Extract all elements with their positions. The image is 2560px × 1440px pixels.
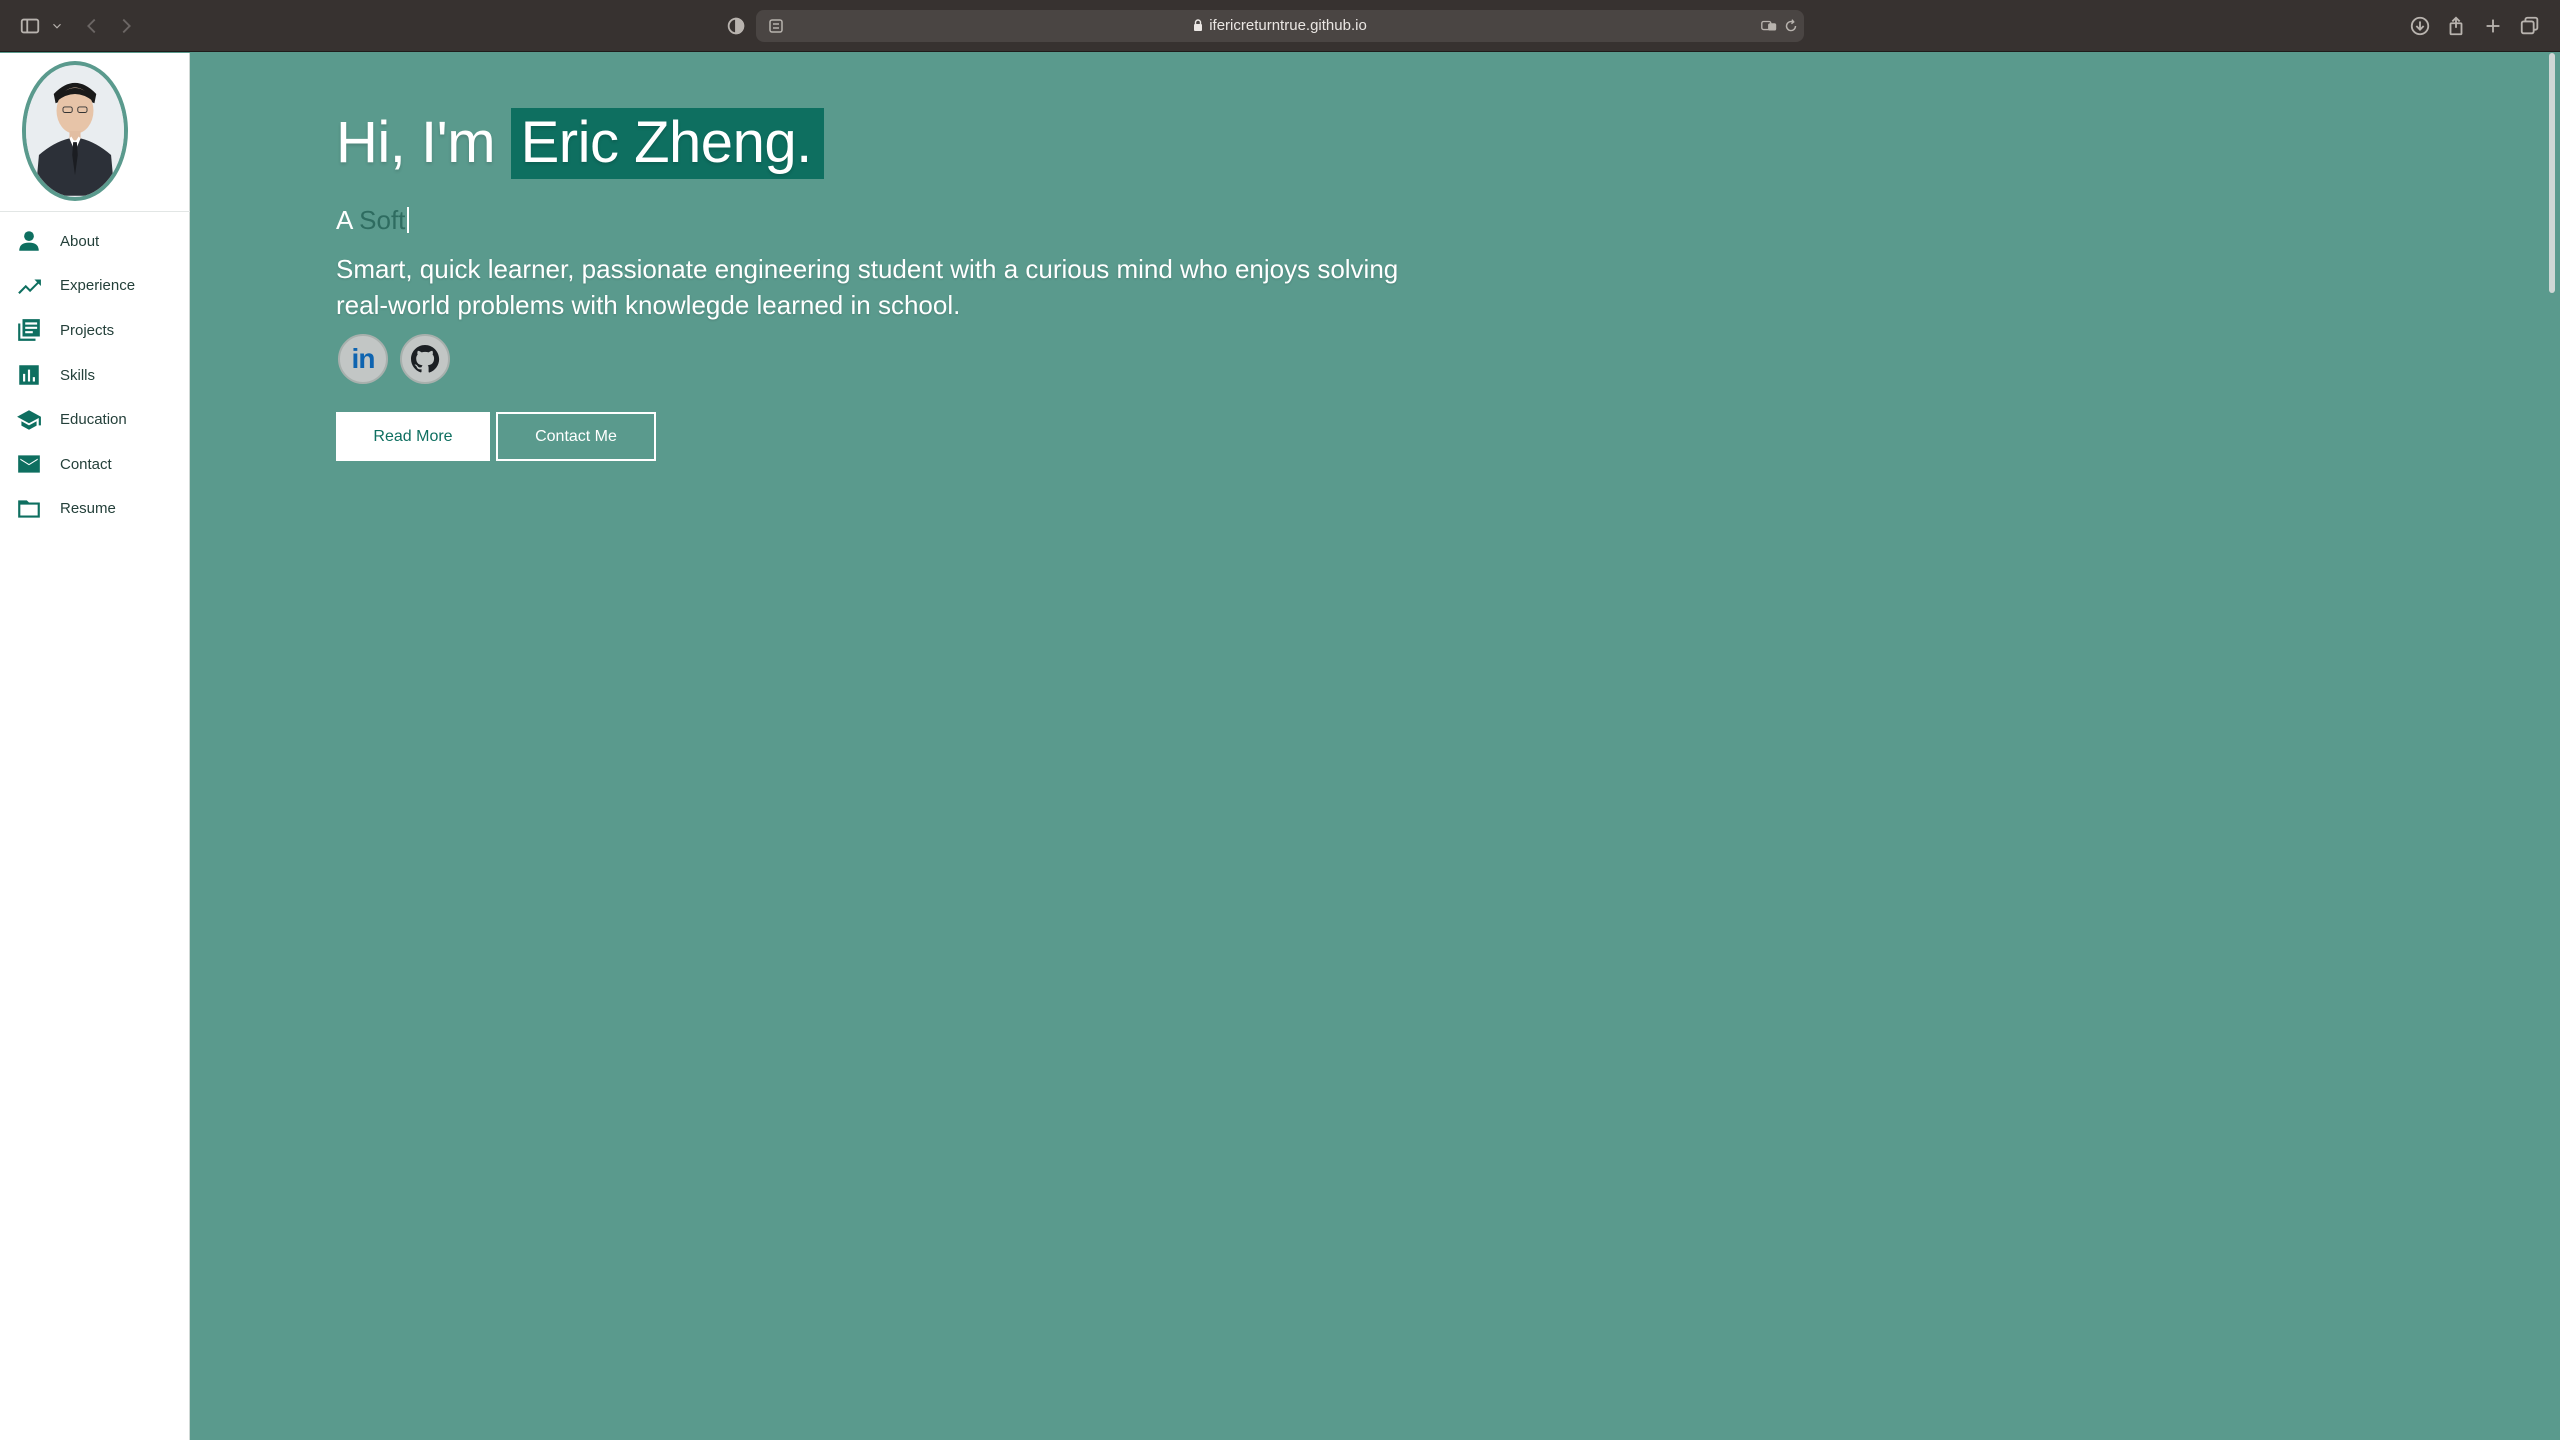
sidebar-item-about[interactable]: About: [0, 219, 190, 264]
list-document-icon: [18, 319, 40, 342]
tab-overview-icon[interactable]: [2516, 12, 2544, 40]
greeting-text: Hi, I'm: [336, 110, 511, 175]
graduation-cap-icon: [17, 409, 41, 430]
browser-toolbar: ifericreturntrue.github.io: [0, 0, 2560, 52]
read-more-button[interactable]: Read More: [336, 412, 490, 461]
person-icon: [19, 231, 39, 252]
main-content: Hi, I'm Eric Zheng. A Soft Smart, quick …: [191, 53, 2541, 1440]
profile-photo-icon: [26, 66, 124, 196]
mail-icon: [18, 455, 40, 473]
chevron-down-icon[interactable]: [46, 12, 68, 40]
folder-icon: [18, 500, 40, 518]
sidebar-item-label: Skills: [60, 366, 96, 384]
page-title: Hi, I'm Eric Zheng.: [336, 108, 824, 179]
sidebar-item-label: About: [60, 232, 100, 250]
github-button[interactable]: [400, 334, 450, 384]
url-display: ifericreturntrue.github.io: [756, 10, 1804, 42]
url-text: ifericreturntrue.github.io: [1209, 17, 1367, 34]
sidebar-nav: About Experience Projects Skills Educati…: [0, 219, 190, 531]
sidebar-item-projects[interactable]: Projects: [0, 308, 190, 353]
new-tab-icon[interactable]: [2479, 12, 2507, 40]
hero-description: Smart, quick learner, passionate enginee…: [336, 254, 1399, 320]
sidebar-item-experience[interactable]: Experience: [0, 264, 190, 309]
avatar: [22, 61, 128, 201]
sidebar-item-contact[interactable]: Contact: [0, 442, 190, 487]
scrollbar-thumb[interactable]: [2549, 53, 2555, 293]
linkedin-button[interactable]: in: [338, 334, 388, 384]
hero-buttons: Read More Contact Me: [336, 412, 656, 461]
social-links: in: [338, 334, 450, 384]
sidebar: About Experience Projects Skills Educati…: [0, 53, 190, 1440]
sidebar-item-label: Education: [60, 411, 127, 429]
address-bar[interactable]: ifericreturntrue.github.io: [756, 10, 1804, 42]
typed-prefix: A: [336, 205, 360, 235]
typed-word: Soft: [359, 205, 406, 235]
sidebar-item-label: Resume: [60, 500, 116, 518]
sidebar-item-education[interactable]: Education: [0, 397, 190, 442]
sidebar-item-resume[interactable]: Resume: [0, 487, 190, 532]
sidebar-item-skills[interactable]: Skills: [0, 353, 190, 398]
reload-icon[interactable]: [1782, 17, 1800, 35]
sidebar-toggle-icon[interactable]: [16, 12, 44, 40]
trending-up-icon: [18, 279, 41, 294]
bar-chart-icon: [19, 365, 39, 385]
scrollbar[interactable]: [2544, 53, 2560, 1440]
back-icon[interactable]: [78, 12, 106, 40]
sidebar-item-label: Projects: [60, 321, 115, 339]
name-highlight: Eric Zheng.: [510, 108, 824, 179]
sidebar-item-label: Experience: [60, 277, 136, 295]
divider: [0, 211, 190, 212]
typed-subtitle: A Soft: [336, 205, 410, 236]
forward-icon[interactable]: [112, 12, 140, 40]
lock-icon: [1194, 19, 1203, 31]
privacy-shield-icon[interactable]: [722, 12, 750, 40]
download-icon[interactable]: [2406, 12, 2434, 40]
sidebar-item-label: Contact: [60, 455, 112, 473]
contact-me-button[interactable]: Contact Me: [496, 412, 656, 461]
share-icon[interactable]: [2442, 12, 2470, 40]
translate-icon[interactable]: [1760, 17, 1778, 35]
linkedin-icon: in: [351, 343, 376, 374]
typing-caret: [407, 207, 410, 233]
github-icon: [411, 345, 440, 373]
